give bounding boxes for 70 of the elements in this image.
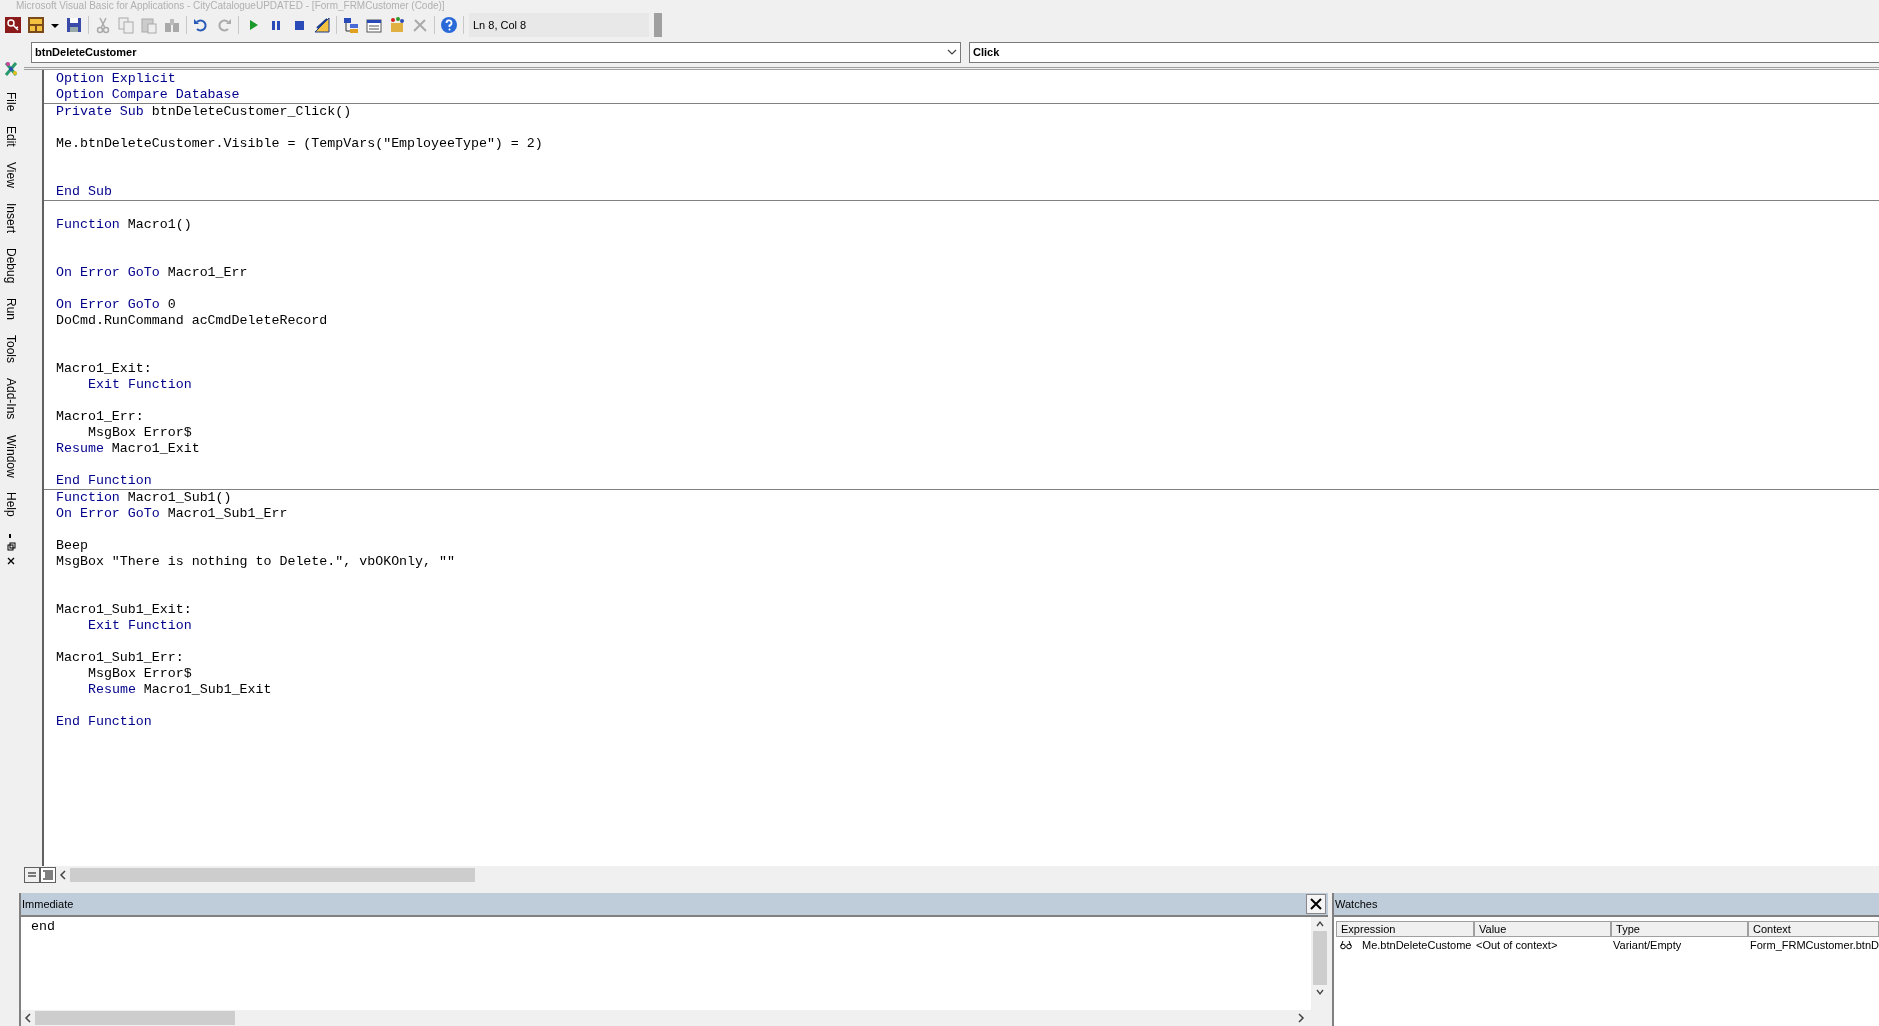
cursor-position-indicator: Ln 8, Col 8 <box>469 13 649 37</box>
code-line: Macro1_Sub1_Exit: <box>56 602 192 618</box>
menu-item[interactable]: Add-Ins <box>4 378 18 420</box>
code-line: Macro1_Exit: <box>56 361 152 377</box>
properties-icon[interactable] <box>365 16 383 34</box>
chevron-down-icon <box>947 49 957 55</box>
code-line: Function Macro1_Sub1() <box>56 490 232 506</box>
scrollbar-thumb[interactable] <box>35 1011 235 1025</box>
code-line: On Error GoTo Macro1_Sub1_Err <box>56 506 288 522</box>
column-header[interactable]: Value <box>1474 921 1611 937</box>
table-cell-text: <Out of context> <box>1476 937 1558 953</box>
full-module-view-icon[interactable] <box>40 866 56 883</box>
procedure-view-icon[interactable] <box>24 866 40 883</box>
table-cell-text: Me.btnDeleteCustome <box>1362 937 1472 953</box>
code-line: Macro1_Sub1_Err: <box>56 650 184 666</box>
code-line: MsgBox Error$ <box>88 425 192 441</box>
code-line: End Sub <box>56 184 112 200</box>
design-mode-icon[interactable] <box>313 16 331 34</box>
code-line: End Function <box>56 714 152 730</box>
form-icon[interactable] <box>27 16 45 34</box>
code-line: Me.btnDeleteCustomer.Visible = (TempVars("EmployeeType") = 2) <box>56 136 543 152</box>
menu-item[interactable]: Debug <box>4 247 18 284</box>
code-line: MsgBox Error$ <box>88 666 192 682</box>
vertical-scrollbar[interactable] <box>1311 917 1328 1010</box>
output-line: end <box>31 919 55 934</box>
scrollbar-thumb[interactable] <box>70 867 475 882</box>
vba-icon[interactable] <box>4 61 18 77</box>
menu-item[interactable]: Help <box>4 492 18 517</box>
table-cell-text: Form_FRMCustomer.btnD <box>1750 937 1879 953</box>
scrollbar-thumb[interactable] <box>1312 931 1327 985</box>
code-line: Resume Macro1_Exit <box>56 441 200 457</box>
menu-item[interactable]: View <box>4 162 18 188</box>
code-line: Macro1_Err: <box>56 409 144 425</box>
code-line: Resume Macro1_Sub1_Exit <box>88 682 272 698</box>
window-title: Microsoft Visual Basic for Applications - CityCatalogueUPDATED - [Form_FRMCustomer (Code)] <box>16 0 445 11</box>
code-line: DoCmd.RunCommand acCmdDeleteRecord <box>56 313 328 329</box>
table-cell-text: Variant/Empty <box>1613 937 1682 953</box>
glasses-icon <box>1340 940 1352 950</box>
column-header[interactable]: Type <box>1611 921 1748 937</box>
column-header[interactable]: Expression <box>1336 921 1474 937</box>
menu-item[interactable]: Tools <box>4 335 18 364</box>
column-header[interactable]: Context <box>1748 921 1879 937</box>
code-line: On Error GoTo 0 <box>56 297 176 313</box>
project-explorer-icon[interactable] <box>342 16 360 34</box>
object-dropdown[interactable]: btnDeleteCustomer <box>31 41 961 63</box>
code-line: Option Explicit <box>56 71 176 87</box>
close-button[interactable] <box>1306 894 1326 914</box>
code-line: MsgBox "There is nothing to Delete.", vbOKOnly, "" <box>56 554 455 570</box>
menu-item[interactable]: Insert <box>4 202 18 233</box>
key-icon[interactable] <box>4 16 22 34</box>
code-line: Function Macro1() <box>56 217 192 233</box>
help-icon[interactable] <box>440 16 458 34</box>
code-line: Option Compare Database <box>56 87 240 103</box>
object-browser-icon[interactable] <box>388 16 406 34</box>
menu-item[interactable]: Edit <box>4 126 18 148</box>
procedure-dropdown[interactable]: Click <box>969 41 1879 63</box>
code-line: Exit Function <box>88 377 192 393</box>
toolbar-overflow-handle[interactable] <box>654 13 662 37</box>
code-line: Private Sub btnDeleteCustomer_Click() <box>56 104 352 120</box>
panel-title: Watches <box>1334 896 1378 912</box>
code-line: On Error GoTo Macro1_Err <box>56 265 248 281</box>
menu-item[interactable]: Run <box>4 298 18 321</box>
panel-title: Immediate <box>21 896 74 912</box>
save-icon[interactable] <box>65 16 83 34</box>
code-line: End Function <box>56 473 152 489</box>
menu-item[interactable]: Window <box>4 434 18 478</box>
undo-icon[interactable] <box>192 16 210 34</box>
menu-item[interactable]: File <box>4 92 18 112</box>
code-line: Beep <box>56 538 88 554</box>
code-line: Exit Function <box>88 618 192 634</box>
